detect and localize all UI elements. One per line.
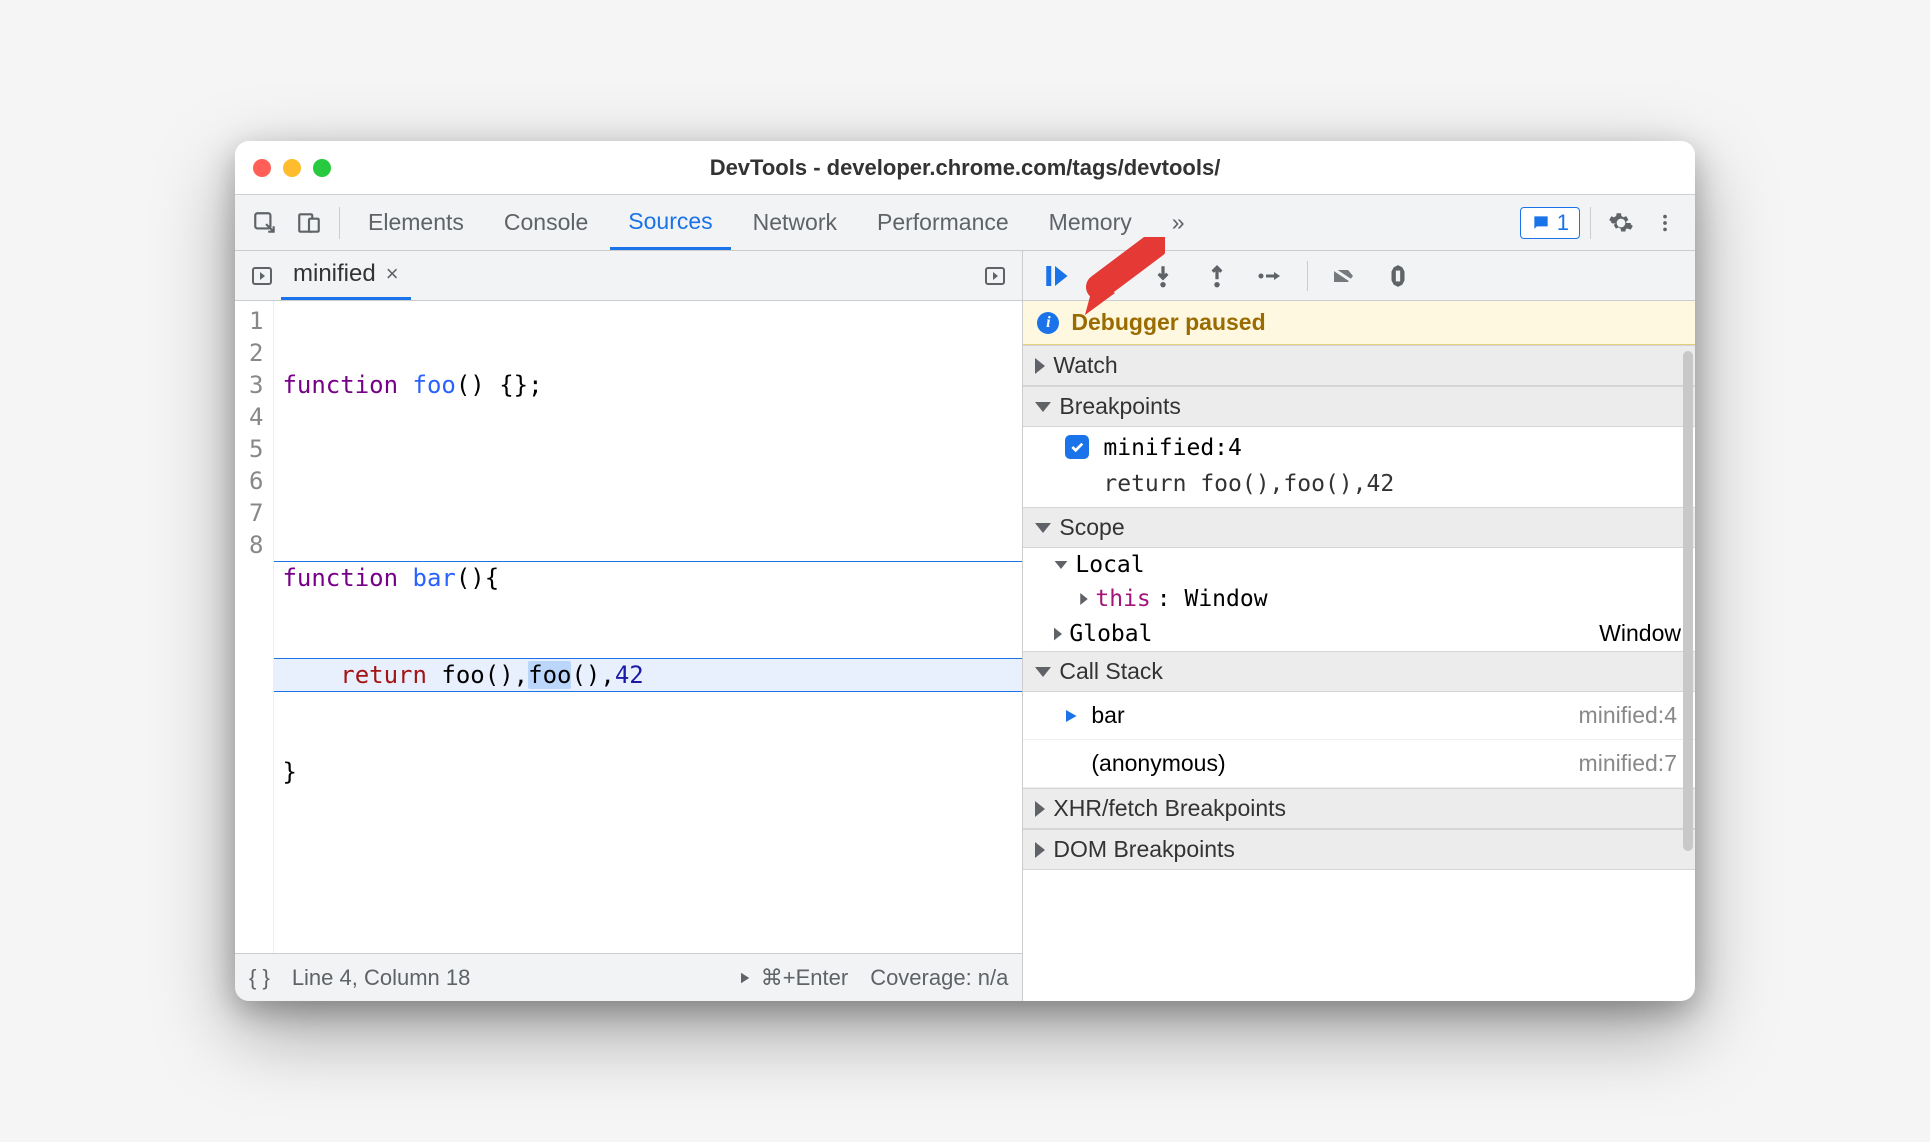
issues-count: 1 <box>1557 210 1569 236</box>
breakpoint-item[interactable]: minified:4 <box>1023 427 1695 469</box>
pause-on-exceptions-button[interactable] <box>1380 258 1416 294</box>
main-split: minified × 1 2 3 4 5 6 7 8 <box>235 251 1695 1001</box>
devtools-window: DevTools - developer.chrome.com/tags/dev… <box>235 141 1695 1001</box>
chevron-down-icon <box>1035 667 1051 677</box>
file-tabs: minified × <box>235 251 1022 301</box>
inspect-element-icon[interactable] <box>245 203 285 243</box>
chevron-right-icon <box>1035 358 1045 374</box>
run-snippet-hint[interactable]: ⌘+Enter <box>735 965 848 991</box>
code-line: } <box>274 756 1022 788</box>
info-icon: i <box>1037 312 1059 334</box>
window-controls <box>253 159 331 177</box>
section-dom-breakpoints[interactable]: DOM Breakpoints <box>1023 829 1695 870</box>
tab-sources[interactable]: Sources <box>610 195 730 250</box>
breakpoint-checkbox[interactable] <box>1065 435 1089 459</box>
code-line <box>274 852 1022 884</box>
deactivate-breakpoints-button[interactable] <box>1326 258 1362 294</box>
close-window-button[interactable] <box>253 159 271 177</box>
tab-memory[interactable]: Memory <box>1031 195 1150 250</box>
cursor-position: Line 4, Column 18 <box>292 965 471 991</box>
debugger-toolbar <box>1023 251 1695 301</box>
code-line: function foo() {}; <box>274 369 1022 401</box>
chevron-down-icon <box>1035 523 1051 533</box>
stack-frame[interactable]: bar minified:4 <box>1023 692 1695 740</box>
status-bar: { } Line 4, Column 18 ⌘+Enter Coverage: … <box>235 953 1022 1001</box>
kebab-menu-icon[interactable] <box>1645 203 1685 243</box>
code-line: bar(); <box>274 948 1022 953</box>
tab-elements[interactable]: Elements <box>350 195 482 250</box>
navigator-toggle-icon[interactable] <box>243 257 281 295</box>
debugger-pane: i Debugger paused Watch Breakpoints mini… <box>1023 251 1695 1001</box>
step-into-button[interactable] <box>1145 258 1181 294</box>
breakpoint-code: return foo(),foo(),42 <box>1023 469 1695 507</box>
more-tabs-icon[interactable] <box>976 257 1014 295</box>
tab-performance[interactable]: Performance <box>859 195 1027 250</box>
issues-badge[interactable]: 1 <box>1520 207 1580 239</box>
debugger-sections: Watch Breakpoints minified:4 return foo(… <box>1023 345 1695 1001</box>
current-frame-icon <box>1063 707 1081 725</box>
chevron-right-icon <box>1035 801 1045 817</box>
paused-label: Debugger paused <box>1071 309 1265 336</box>
minimize-window-button[interactable] <box>283 159 301 177</box>
chevron-down-icon <box>1035 402 1051 412</box>
panel-tab-strip: Elements Console Sources Network Perform… <box>235 195 1695 251</box>
debugger-paused-banner: i Debugger paused <box>1023 301 1695 345</box>
resume-button[interactable] <box>1037 258 1073 294</box>
close-icon[interactable]: × <box>386 261 399 287</box>
titlebar: DevTools - developer.chrome.com/tags/dev… <box>235 141 1695 195</box>
code-line: function bar(){ <box>274 561 1022 594</box>
chevron-down-icon <box>1055 561 1068 569</box>
code-lines: function foo() {}; function bar(){ retur… <box>274 301 1022 953</box>
code-editor[interactable]: 1 2 3 4 5 6 7 8 function foo() {}; funct… <box>235 301 1022 953</box>
chevron-right-icon <box>1035 842 1045 858</box>
section-callstack[interactable]: Call Stack <box>1023 651 1695 692</box>
tab-network[interactable]: Network <box>735 195 855 250</box>
section-scope[interactable]: Scope <box>1023 507 1695 548</box>
sources-pane: minified × 1 2 3 4 5 6 7 8 <box>235 251 1023 1001</box>
gutter: 1 2 3 4 5 6 7 8 <box>235 301 274 953</box>
tabs-overflow[interactable]: » <box>1154 195 1203 250</box>
breakpoint-label: minified:4 <box>1103 435 1241 461</box>
file-tab-label: minified <box>293 260 376 288</box>
chevron-right-icon <box>1054 627 1062 640</box>
coverage-status: Coverage: n/a <box>870 965 1008 991</box>
window-title: DevTools - developer.chrome.com/tags/dev… <box>235 155 1695 181</box>
step-out-button[interactable] <box>1199 258 1235 294</box>
scope-local[interactable]: Local <box>1023 548 1695 582</box>
settings-icon[interactable] <box>1601 203 1641 243</box>
tab-console[interactable]: Console <box>486 195 606 250</box>
step-over-button[interactable] <box>1091 258 1127 294</box>
section-watch[interactable]: Watch <box>1023 345 1695 386</box>
stack-frame[interactable]: (anonymous) minified:7 <box>1023 740 1695 788</box>
step-button[interactable] <box>1253 258 1289 294</box>
scope-global[interactable]: Global Window <box>1023 616 1695 651</box>
file-tab-minified[interactable]: minified × <box>281 251 411 300</box>
section-xhr-breakpoints[interactable]: XHR/fetch Breakpoints <box>1023 788 1695 829</box>
zoom-window-button[interactable] <box>313 159 331 177</box>
device-toolbar-icon[interactable] <box>289 203 329 243</box>
code-line-paused: return foo(),foo(),42 <box>274 658 1022 692</box>
section-breakpoints[interactable]: Breakpoints <box>1023 386 1695 427</box>
pretty-print-button[interactable]: { } <box>249 965 270 991</box>
scope-this[interactable]: this: Window <box>1023 582 1695 616</box>
chevron-right-icon <box>1081 593 1089 605</box>
code-line <box>274 465 1022 497</box>
